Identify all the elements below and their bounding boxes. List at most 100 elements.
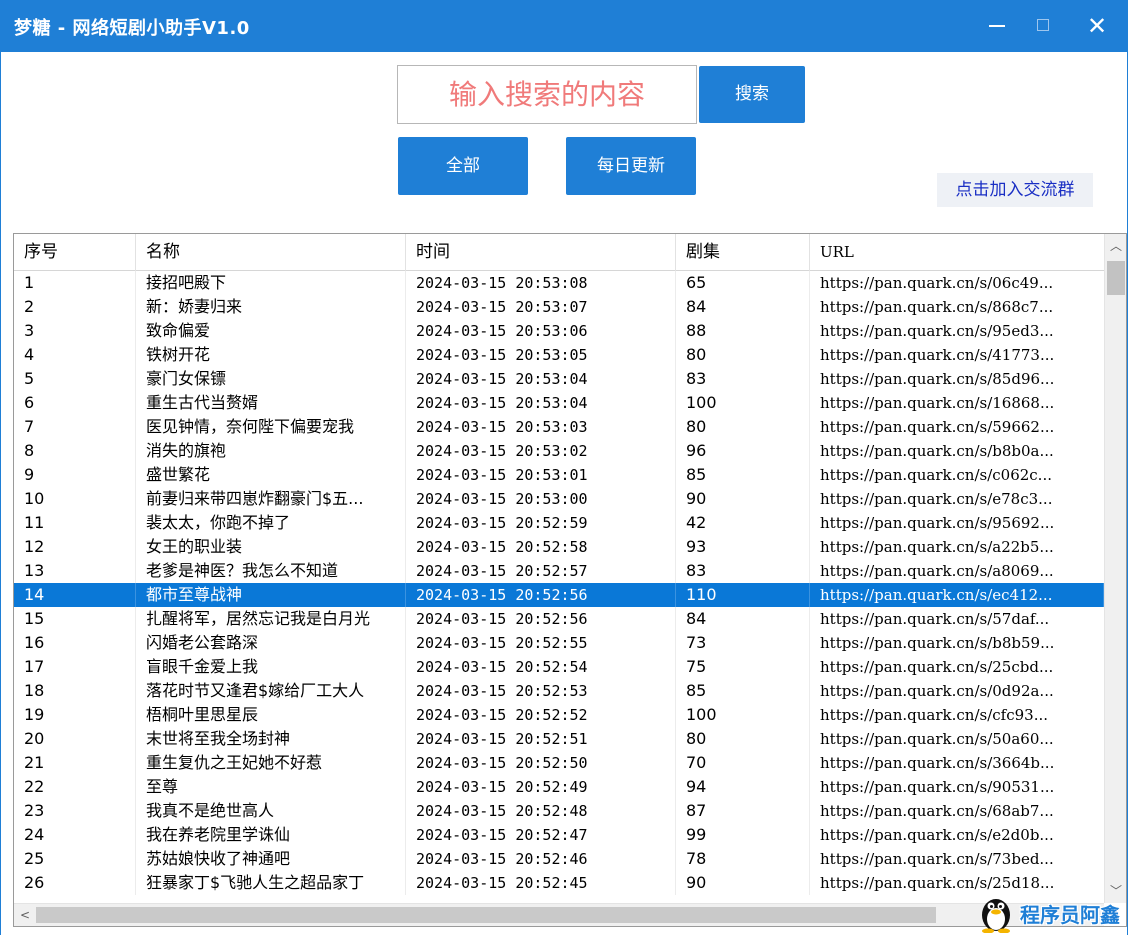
table-row[interactable]: 21 重生复仇之王妃她不好惹 2024-03-15 20:52:50 70 https:… <box>14 751 1104 775</box>
maximize-button[interactable] <box>1026 10 1060 42</box>
cell-index: 14 <box>14 583 136 607</box>
cell-episodes: 100 <box>676 391 810 415</box>
cell-url: https://pan.quark.cn/s/57daf... <box>820 610 1050 628</box>
table-row[interactable]: 2 新：娇妻归来 2024-03-15 20:53:07 84 https://pan.… <box>14 295 1104 319</box>
table-row[interactable]: 18 落花时节又逢君$嫁给厂工大人 2024-03-15 20:52:53 85 htt… <box>14 679 1104 703</box>
table-row[interactable]: 3 致命偏爱 2024-03-15 20:53:06 88 https://pan.qu… <box>14 319 1104 343</box>
table-row[interactable]: 23 我真不是绝世高人 2024-03-15 20:52:48 87 https://p… <box>14 799 1104 823</box>
cell-name: 末世将至我全场封神 <box>136 727 406 751</box>
cell-url: https://pan.quark.cn/s/e78c3... <box>820 490 1053 508</box>
cell-name: 狂暴家丁$飞驰人生之超品家丁 <box>136 871 406 895</box>
table-row[interactable]: 5 豪门女保镖 2024-03-15 20:53:04 83 https://pan.q… <box>14 367 1104 391</box>
table-row[interactable]: 7 医见钟情，奈何陛下偏要宠我 2024-03-15 20:53:03 80 https… <box>14 415 1104 439</box>
search-button[interactable]: 搜索 <box>699 66 805 123</box>
cell-name: 重生复仇之王妃她不好惹 <box>136 751 406 775</box>
vertical-scroll-thumb[interactable] <box>1107 261 1125 295</box>
maximize-icon <box>1037 19 1049 31</box>
cell-episodes: 80 <box>676 415 810 439</box>
cell-url: https://pan.quark.cn/s/06c49... <box>820 274 1054 292</box>
cell-index: 6 <box>14 391 136 415</box>
table-row[interactable]: 14 都市至尊战神 2024-03-15 20:52:56 110 https://pa… <box>14 583 1104 607</box>
join-group-link[interactable]: 点击加入交流群 <box>937 173 1093 207</box>
cell-time: 2024-03-15 20:53:00 <box>406 487 676 511</box>
column-header-name[interactable]: 名称 <box>136 234 406 271</box>
search-input[interactable] <box>397 65 697 124</box>
table-row[interactable]: 22 至尊 2024-03-15 20:52:49 94 https://pan.qua… <box>14 775 1104 799</box>
cell-name: 落花时节又逢君$嫁给厂工大人 <box>136 679 406 703</box>
cell-episodes: 78 <box>676 847 810 871</box>
cell-index: 13 <box>14 559 136 583</box>
drama-table[interactable]: 序号 名称 时间 剧集 URL 1 接招吧殿下 2024-03-15 20:53:0… <box>13 233 1127 927</box>
table-row[interactable]: 17 盲眼千金爱上我 2024-03-15 20:52:54 75 https://pa… <box>14 655 1104 679</box>
cell-time: 2024-03-15 20:53:01 <box>406 463 676 487</box>
cell-index: 3 <box>14 319 136 343</box>
cell-url: https://pan.quark.cn/s/59662... <box>820 418 1055 436</box>
cell-episodes: 100 <box>676 703 810 727</box>
table-row[interactable]: 4 铁树开花 2024-03-15 20:53:05 80 https://pan.qu… <box>14 343 1104 367</box>
cell-episodes: 110 <box>676 583 810 607</box>
table-row[interactable]: 10 前妻归来带四崽炸翻豪门$五... 2024-03-15 20:53:00 90 h… <box>14 487 1104 511</box>
daily-update-button[interactable]: 每日更新 <box>566 137 696 195</box>
scroll-up-icon[interactable]: ︿ <box>1105 234 1126 258</box>
table-row[interactable]: 1 接招吧殿下 2024-03-15 20:53:08 65 https://pan.q… <box>14 271 1104 295</box>
table-row[interactable]: 6 重生古代当赘婿 2024-03-15 20:53:04 100 https://pa… <box>14 391 1104 415</box>
cell-url: https://pan.quark.cn/s/e2d0b... <box>820 826 1054 844</box>
cell-time: 2024-03-15 20:53:06 <box>406 319 676 343</box>
cell-time: 2024-03-15 20:52:52 <box>406 703 676 727</box>
table-row[interactable]: 25 苏姑娘快收了神通吧 2024-03-15 20:52:46 78 https://… <box>14 847 1104 871</box>
cell-index: 24 <box>14 823 136 847</box>
cell-name: 老爹是神医？我怎么不知道 <box>136 559 406 583</box>
cell-episodes: 84 <box>676 295 810 319</box>
table-row[interactable]: 15 扎醒将军，居然忘记我是白月光 2024-03-15 20:52:56 84 htt… <box>14 607 1104 631</box>
cell-url: https://pan.quark.cn/s/16868... <box>820 394 1055 412</box>
cell-index: 23 <box>14 799 136 823</box>
table-row[interactable]: 19 梧桐叶里思星辰 2024-03-15 20:52:52 100 https://p… <box>14 703 1104 727</box>
minimize-button[interactable] <box>980 10 1014 42</box>
cell-name: 闪婚老公套路深 <box>136 631 406 655</box>
cell-time: 2024-03-15 20:52:48 <box>406 799 676 823</box>
horizontal-scroll-thumb[interactable] <box>36 907 936 923</box>
column-header-time[interactable]: 时间 <box>406 234 676 271</box>
vertical-scrollbar[interactable]: ︿ ﹀ <box>1104 234 1126 903</box>
table-row[interactable]: 13 老爹是神医？我怎么不知道 2024-03-15 20:52:57 83 https… <box>14 559 1104 583</box>
cell-name: 接招吧殿下 <box>136 271 406 295</box>
table-row[interactable]: 11 裴太太，你跑不掉了 2024-03-15 20:52:59 42 https://… <box>14 511 1104 535</box>
cell-index: 11 <box>14 511 136 535</box>
cell-time: 2024-03-15 20:52:54 <box>406 655 676 679</box>
column-header-url[interactable]: URL <box>810 234 1104 271</box>
cell-url: https://pan.quark.cn/s/95ed3... <box>820 322 1054 340</box>
cell-episodes: 93 <box>676 535 810 559</box>
scroll-left-icon[interactable]: < <box>14 904 36 926</box>
cell-episodes: 83 <box>676 367 810 391</box>
close-button[interactable]: ✕ <box>1080 10 1114 42</box>
table-row[interactable]: 12 女王的职业装 2024-03-15 20:52:58 93 https://pan… <box>14 535 1104 559</box>
cell-episodes: 73 <box>676 631 810 655</box>
table-row[interactable]: 26 狂暴家丁$飞驰人生之超品家丁 2024-03-15 20:52:45 90 htt… <box>14 871 1104 895</box>
cell-name: 裴太太，你跑不掉了 <box>136 511 406 535</box>
cell-time: 2024-03-15 20:52:51 <box>406 727 676 751</box>
cell-name: 豪门女保镖 <box>136 367 406 391</box>
cell-url: https://pan.quark.cn/s/68ab7... <box>820 802 1054 820</box>
table-row[interactable]: 16 闪婚老公套路深 2024-03-15 20:52:55 73 https://pa… <box>14 631 1104 655</box>
cell-index: 16 <box>14 631 136 655</box>
minimize-icon <box>989 25 1005 27</box>
horizontal-scrollbar[interactable]: < <box>14 903 1104 926</box>
cell-episodes: 70 <box>676 751 810 775</box>
cell-time: 2024-03-15 20:52:58 <box>406 535 676 559</box>
title-bar: 梦糖 - 网络短剧小助手V1.0 ✕ <box>0 0 1128 52</box>
table-row[interactable]: 8 消失的旗袍 2024-03-15 20:53:02 96 https://pan.q… <box>14 439 1104 463</box>
cell-time: 2024-03-15 20:52:45 <box>406 871 676 895</box>
window-title: 梦糖 - 网络短剧小助手V1.0 <box>14 18 250 39</box>
table-row[interactable]: 9 盛世繁花 2024-03-15 20:53:01 85 https://pan.qu… <box>14 463 1104 487</box>
column-header-episodes[interactable]: 剧集 <box>676 234 810 271</box>
table-row[interactable]: 20 末世将至我全场封神 2024-03-15 20:52:51 80 https://… <box>14 727 1104 751</box>
cell-url: https://pan.quark.cn/s/b8b59... <box>820 634 1055 652</box>
all-button[interactable]: 全部 <box>398 137 528 195</box>
cell-episodes: 88 <box>676 319 810 343</box>
cell-time: 2024-03-15 20:52:49 <box>406 775 676 799</box>
cell-time: 2024-03-15 20:53:07 <box>406 295 676 319</box>
column-header-index[interactable]: 序号 <box>14 234 136 271</box>
cell-url: https://pan.quark.cn/s/25cbd... <box>820 658 1054 676</box>
table-row[interactable]: 24 我在养老院里学诛仙 2024-03-15 20:52:47 99 https://… <box>14 823 1104 847</box>
cell-index: 4 <box>14 343 136 367</box>
